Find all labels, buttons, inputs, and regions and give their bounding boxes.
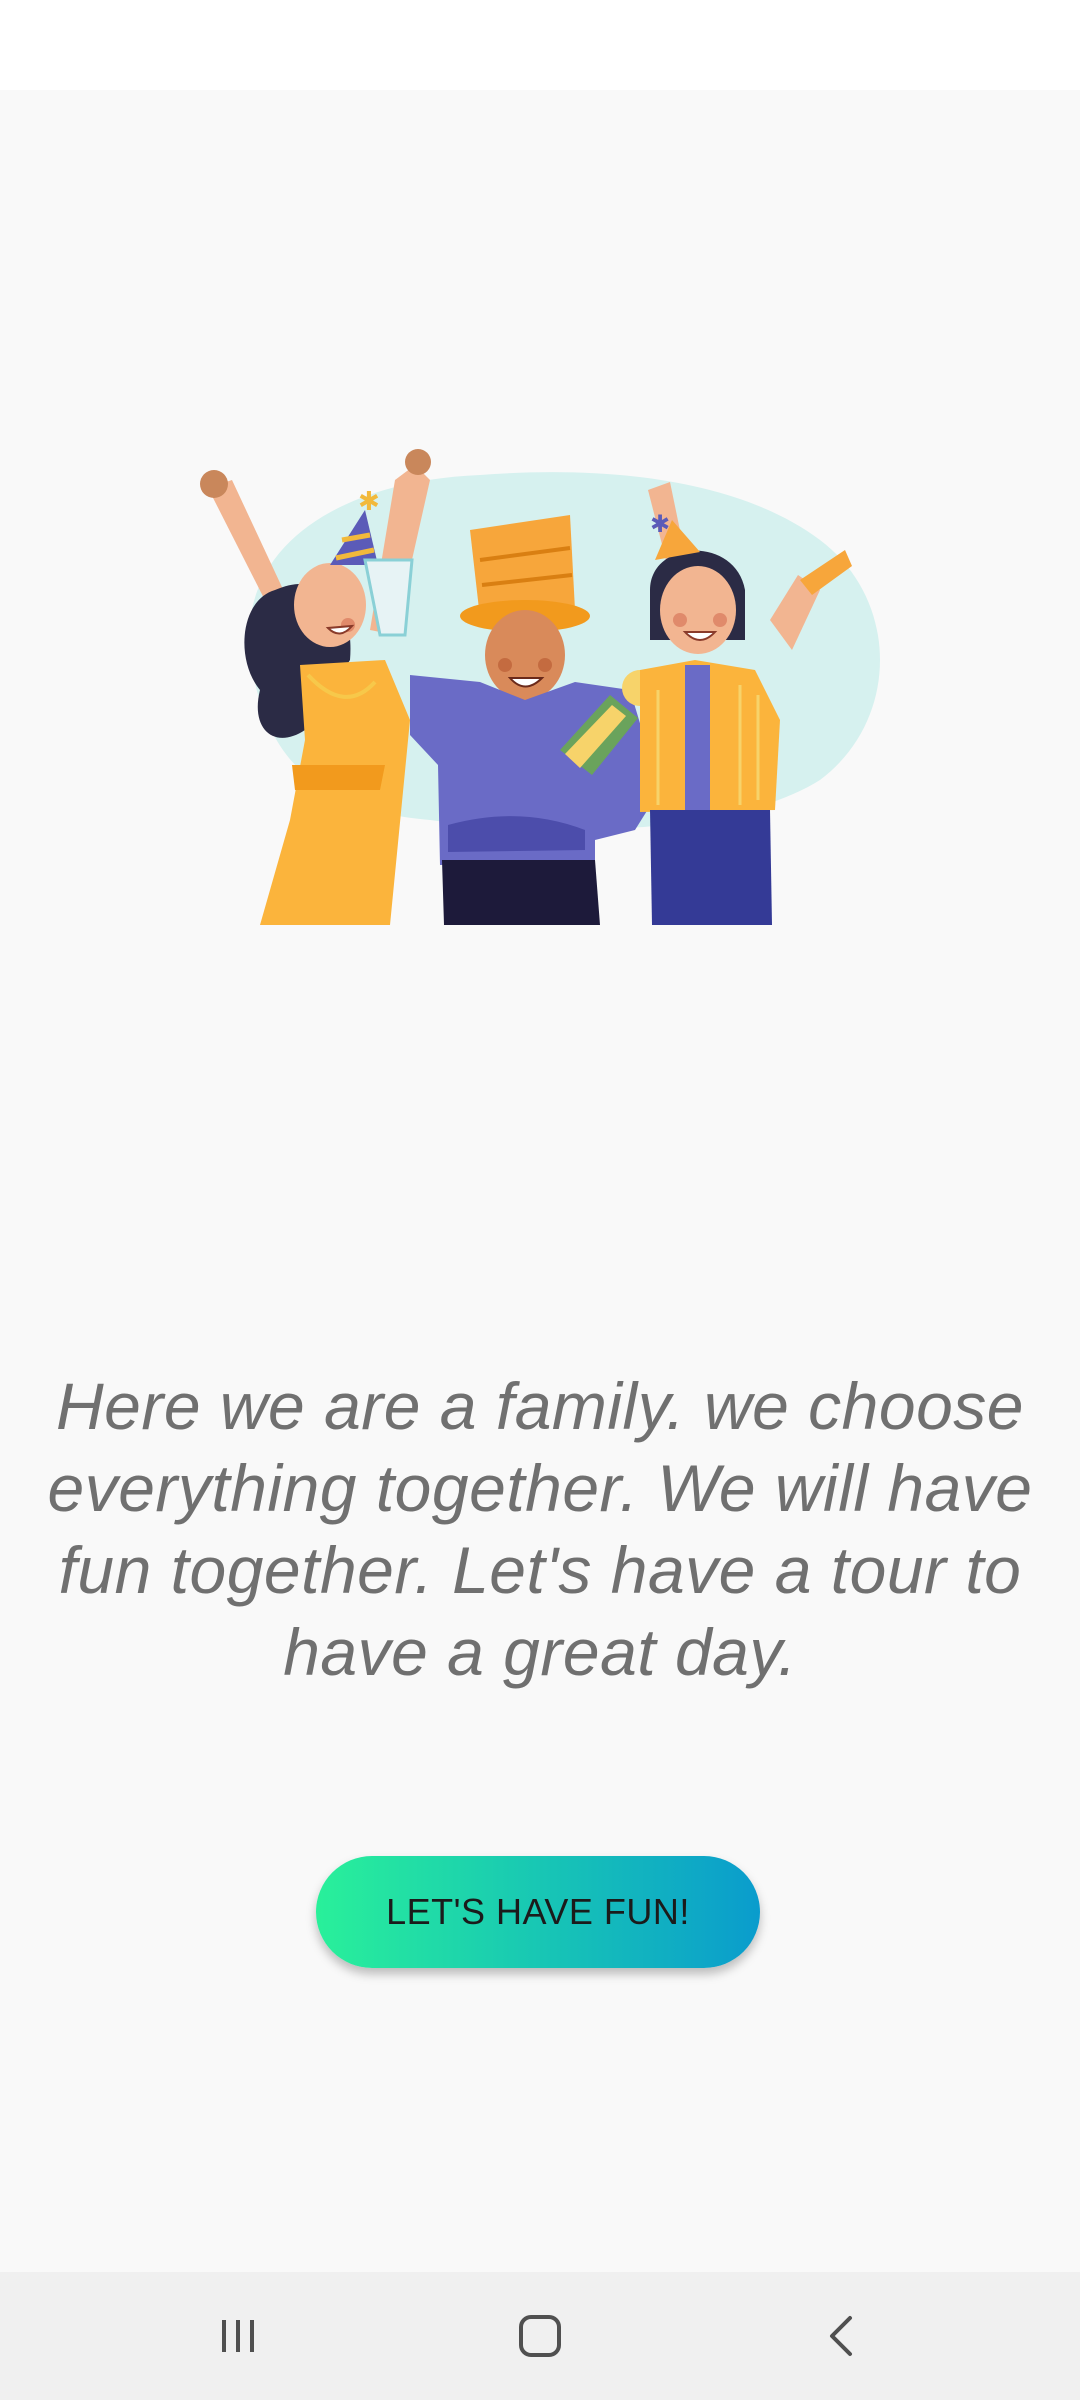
home-icon[interactable] [480, 2296, 600, 2376]
back-icon[interactable] [782, 2296, 902, 2376]
cta-button-label: LET'S HAVE FUN! [386, 1891, 690, 1932]
status-bar [0, 0, 1080, 90]
system-navigation-bar [0, 2272, 1080, 2400]
onboarding-screen: ✱ ✱ Here we are a family. we choose ever… [0, 0, 1080, 2400]
svg-text:✱: ✱ [358, 487, 380, 517]
lets-have-fun-button[interactable]: LET'S HAVE FUN! [316, 1856, 760, 1968]
party-illustration: ✱ ✱ [180, 420, 920, 940]
svg-text:✱: ✱ [650, 510, 670, 538]
recent-apps-icon[interactable] [178, 2296, 298, 2376]
onboarding-message: Here we are a family. we choose everythi… [47, 1369, 1033, 1689]
